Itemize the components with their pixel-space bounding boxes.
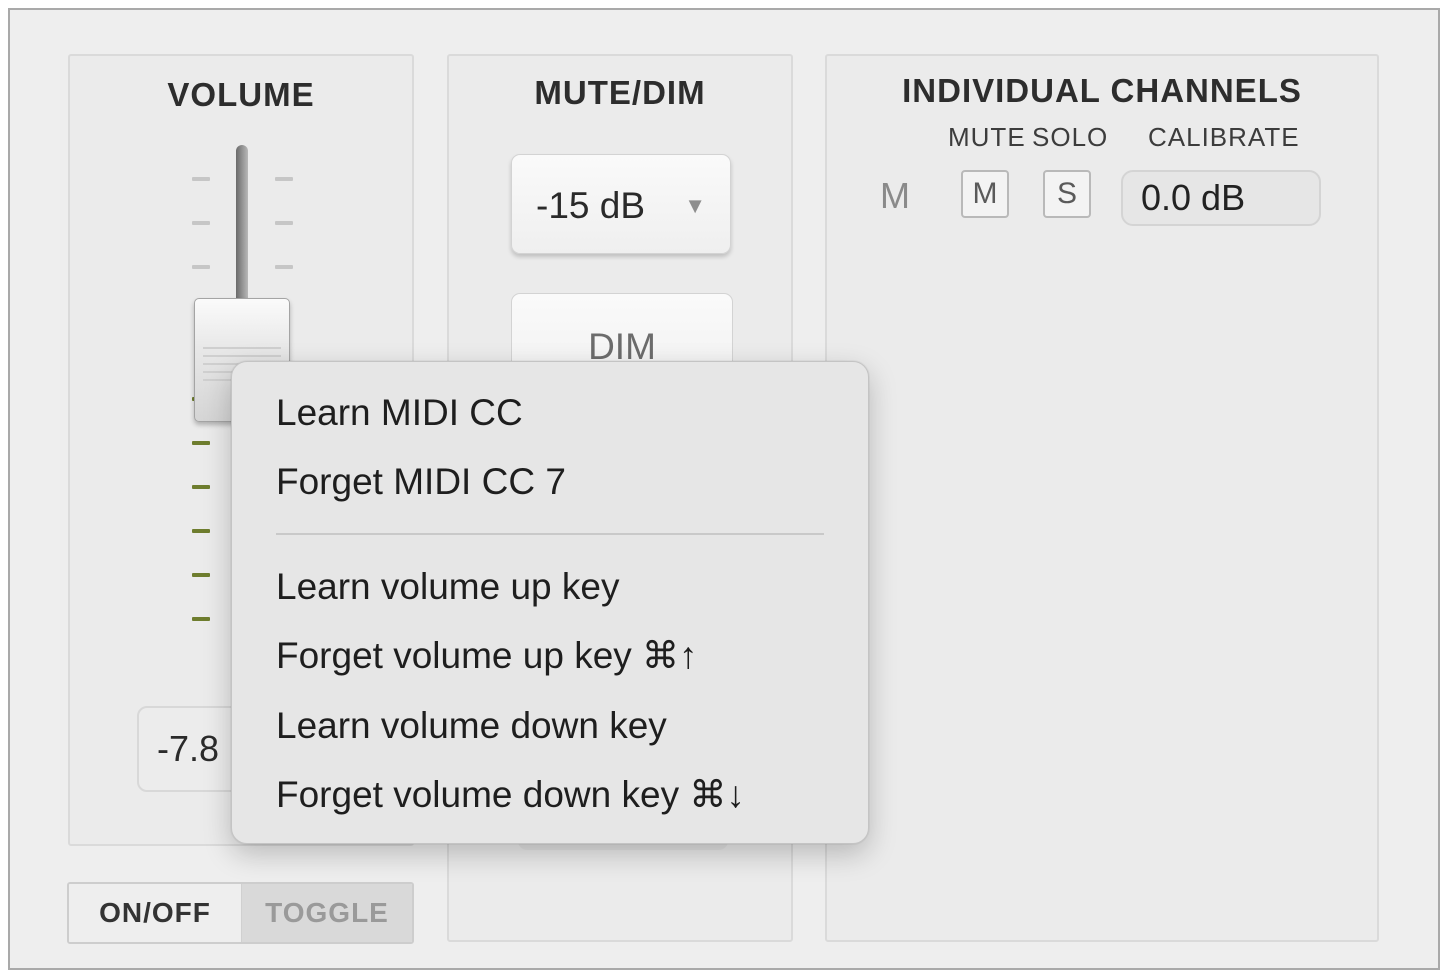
scale-tick: [192, 265, 210, 269]
menu-item-forget-midi-cc[interactable]: Forget MIDI CC 7: [276, 452, 838, 512]
on-off-button[interactable]: ON/OFF: [69, 884, 242, 942]
scale-tick: [275, 177, 293, 181]
solo-column-header: SOLO: [1032, 122, 1109, 152]
scale-tick-active: [192, 485, 210, 489]
volume-title: VOLUME: [167, 76, 315, 113]
menu-item-forget-volume-up-key[interactable]: Forget volume up key ⌘↑: [276, 626, 838, 686]
scale-tick-active: [192, 617, 210, 621]
scale-tick: [275, 221, 293, 225]
dim-level-value: -15 dB: [536, 185, 646, 226]
scale-tick: [192, 177, 210, 181]
menu-item-learn-volume-down-key[interactable]: Learn volume down key: [276, 696, 838, 756]
scale-tick-active: [192, 441, 210, 445]
dim-level-dropdown[interactable]: -15 dB ▼: [511, 154, 731, 254]
scale-tick-active: [192, 573, 210, 577]
scale-tick: [192, 221, 210, 225]
menu-separator: [276, 533, 824, 535]
channels-title: INDIVIDUAL CHANNELS: [902, 72, 1302, 109]
channel-label: M: [880, 175, 910, 216]
grip-line: [203, 355, 281, 357]
scale-tick: [275, 265, 293, 269]
calibrate-column-header: CALIBRATE: [1148, 122, 1300, 152]
menu-item-learn-volume-up-key[interactable]: Learn volume up key: [276, 557, 838, 617]
toggle-button[interactable]: TOGGLE: [242, 884, 412, 942]
channel-solo-button[interactable]: S: [1043, 170, 1091, 218]
mute-column-header: MUTE: [948, 122, 1026, 152]
calibrate-field[interactable]: 0.0 dB: [1121, 170, 1321, 226]
scale-tick-active: [192, 529, 210, 533]
menu-item-forget-volume-down-key[interactable]: Forget volume down key ⌘↓: [276, 765, 838, 825]
menu-item-learn-midi-cc[interactable]: Learn MIDI CC: [276, 383, 838, 443]
channel-mute-button[interactable]: M: [961, 170, 1009, 218]
grip-line: [203, 347, 281, 349]
volume-toggle-bar: ON/OFF TOGGLE: [67, 882, 414, 944]
mute-dim-title: MUTE/DIM: [534, 74, 706, 111]
context-menu: Learn MIDI CC Forget MIDI CC 7 Learn vol…: [231, 361, 869, 844]
chevron-down-icon: ▼: [684, 193, 706, 218]
